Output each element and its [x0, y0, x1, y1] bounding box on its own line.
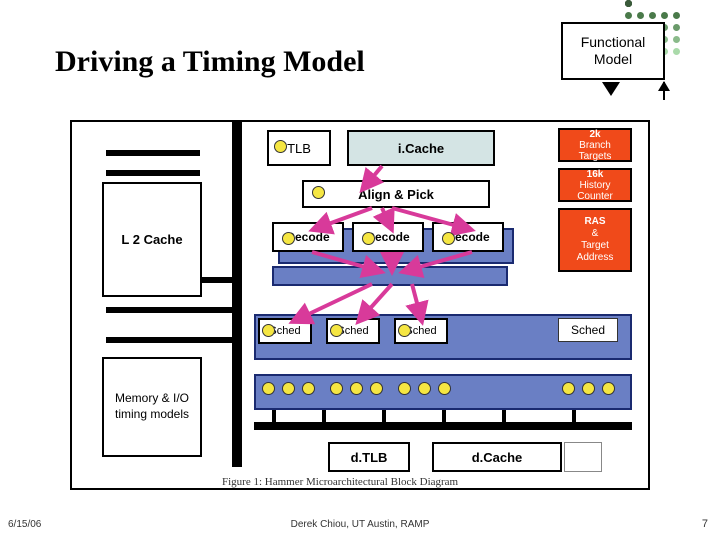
token-dot: [262, 324, 275, 337]
token-dot: [370, 382, 383, 395]
token-dot: [330, 324, 343, 337]
token-dot: [442, 232, 455, 245]
token-dot: [438, 382, 451, 395]
token-dot: [582, 382, 595, 395]
token-dot: [562, 382, 575, 395]
token-dot: [398, 382, 411, 395]
footer-page-number: 7: [702, 518, 708, 530]
token-dot: [418, 382, 431, 395]
token-dot: [262, 382, 275, 395]
functional-model-label: Functional Model: [581, 34, 646, 68]
flow-arrows: [72, 122, 652, 492]
arrow-down-icon: [602, 82, 620, 96]
token-dot: [302, 382, 315, 395]
token-dot: [282, 232, 295, 245]
token-dot: [312, 186, 325, 199]
functional-model-box: Functional Model: [561, 22, 665, 80]
token-dot: [282, 382, 295, 395]
footer-attribution: Derek Chiou, UT Austin, RAMP: [0, 519, 720, 530]
token-dot: [362, 232, 375, 245]
token-dot: [274, 140, 287, 153]
token-dot: [602, 382, 615, 395]
token-dot: [330, 382, 343, 395]
slide-title: Driving a Timing Model: [55, 45, 365, 79]
arrow-up-icon: [663, 82, 665, 100]
token-dot: [398, 324, 411, 337]
architecture-diagram: L 2 Cache Memory & I/O timing models TLB…: [70, 120, 650, 490]
token-dot: [350, 382, 363, 395]
